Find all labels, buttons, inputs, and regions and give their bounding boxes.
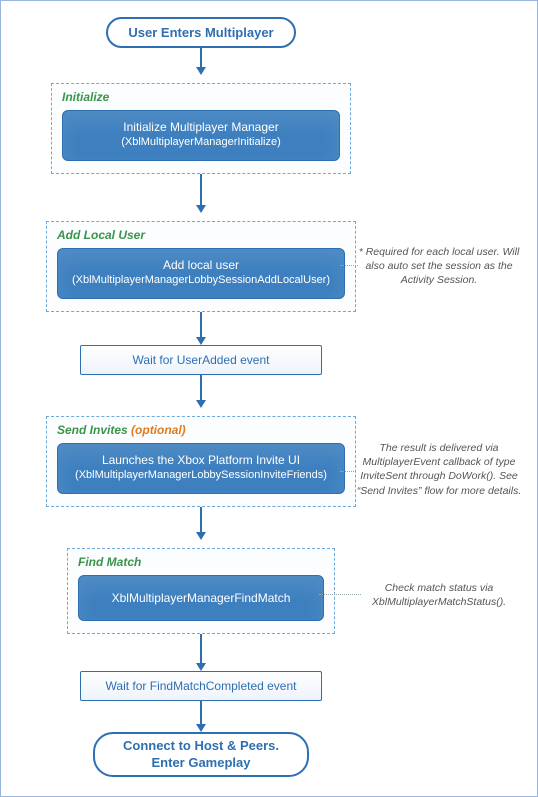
action-add-local-line1: Add local user: [163, 258, 239, 272]
flow-column: User Enters Multiplayer Initialize Initi…: [31, 17, 371, 777]
arrow-down-icon: [196, 375, 206, 408]
arrow-down-icon: [196, 507, 206, 540]
action-invite-line2: (XblMultiplayerManagerLobbySessionInvite…: [66, 468, 336, 483]
arrow-down-icon: [196, 312, 206, 345]
end-node: Connect to Host & Peers. Enter Gameplay: [93, 732, 309, 777]
action-invite: Launches the Xbox Platform Invite UI (Xb…: [57, 443, 345, 494]
action-find-match-line1: XblMultiplayerManagerFindMatch: [112, 591, 291, 605]
note-invite-text: The result is delivered via MultiplayerE…: [357, 442, 522, 497]
group-title-send-invites: Send Invites (optional): [57, 423, 345, 437]
action-initialize-line2: (XblMultiplayerManagerInitialize): [71, 135, 331, 150]
wait-find-match-label: Wait for FindMatchCompleted event: [106, 679, 297, 693]
action-initialize-line1: Initialize Multiplayer Manager: [123, 120, 278, 134]
group-title-send-invites-text: Send Invites: [57, 423, 128, 437]
group-title-initialize: Initialize: [62, 90, 340, 104]
start-node: User Enters Multiplayer: [106, 17, 295, 48]
arrow-down-icon: [196, 701, 206, 732]
action-add-local-user: Add local user (XblMultiplayerManagerLob…: [57, 248, 345, 299]
action-invite-line1: Launches the Xbox Platform Invite UI: [102, 453, 300, 467]
end-line2: Enter Gameplay: [152, 755, 251, 770]
wait-user-added-label: Wait for UserAdded event: [133, 353, 270, 367]
arrow-down-icon: [196, 634, 206, 671]
note-find: Check match status via XblMultiplayerMat…: [353, 581, 525, 609]
wait-user-added: Wait for UserAdded event: [80, 345, 322, 375]
arrow-down-icon: [196, 48, 206, 75]
wait-find-match-completed: Wait for FindMatchCompleted event: [80, 671, 322, 701]
note-invite: The result is delivered via MultiplayerE…: [353, 441, 525, 498]
start-label: User Enters Multiplayer: [128, 25, 273, 40]
note-add-local: * Required for each local user. Will als…: [353, 245, 525, 288]
arrow-down-icon: [196, 174, 206, 213]
group-send-invites: Send Invites (optional) Launches the Xbo…: [46, 416, 356, 507]
group-title-find-match: Find Match: [78, 555, 324, 569]
note-add-local-text: * Required for each local user. Will als…: [359, 246, 520, 286]
action-add-local-line2: (XblMultiplayerManagerLobbySessionAddLoc…: [66, 273, 336, 288]
group-add-local-user: Add Local User Add local user (XblMultip…: [46, 221, 356, 312]
group-title-send-invites-suffix: (optional): [131, 423, 186, 437]
action-initialize: Initialize Multiplayer Manager (XblMulti…: [62, 110, 340, 161]
action-find-match: XblMultiplayerManagerFindMatch: [78, 575, 324, 621]
group-initialize: Initialize Initialize Multiplayer Manage…: [51, 83, 351, 174]
note-find-text: Check match status via XblMultiplayerMat…: [372, 582, 506, 608]
group-find-match: Find Match XblMultiplayerManagerFindMatc…: [67, 548, 335, 634]
flowchart-canvas: User Enters Multiplayer Initialize Initi…: [0, 0, 538, 797]
end-line1: Connect to Host & Peers.: [123, 738, 279, 753]
group-title-add-local: Add Local User: [57, 228, 345, 242]
